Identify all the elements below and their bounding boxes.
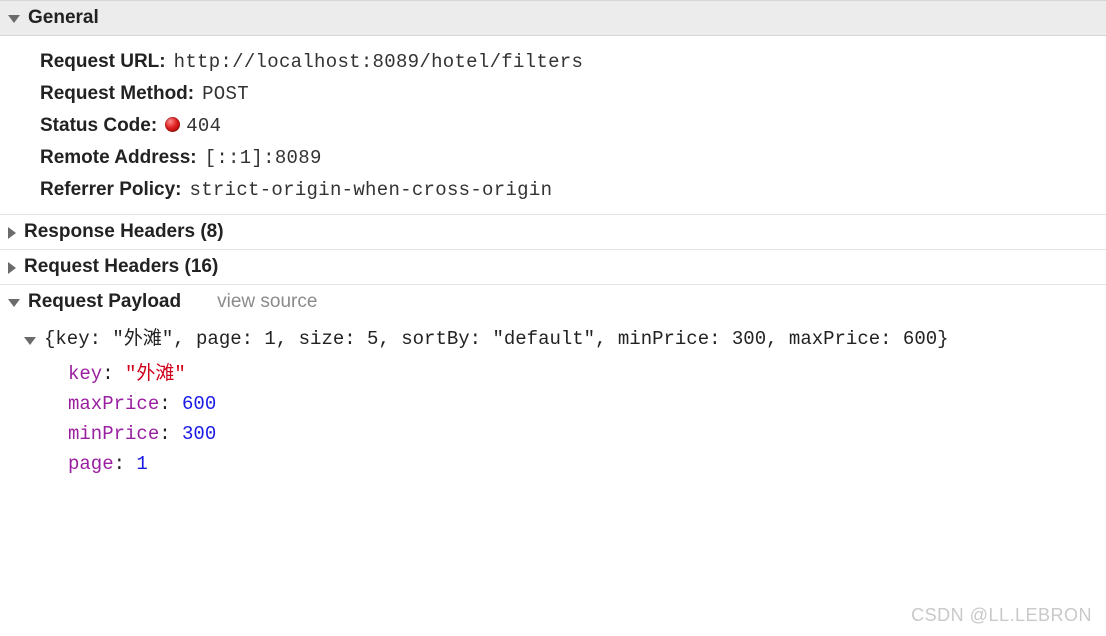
kv-value: POST bbox=[202, 83, 249, 105]
kv-label: Status Code: bbox=[40, 115, 157, 137]
payload-entry-row: minPrice: 300 bbox=[24, 419, 1106, 449]
kv-value: 404 bbox=[165, 115, 221, 137]
section-body-general: Request URL: http://localhost:8089/hotel… bbox=[0, 36, 1106, 214]
kv-label: Request Method: bbox=[40, 83, 194, 105]
kv-label: Request URL: bbox=[40, 51, 166, 73]
disclosure-triangle-icon bbox=[8, 15, 20, 23]
disclosure-triangle-icon bbox=[24, 337, 36, 345]
watermark-text: CSDN @LL.LEBRON bbox=[911, 605, 1092, 626]
kv-row-remote-address: Remote Address: [::1]:8089 bbox=[0, 142, 1106, 174]
section-header-request-payload[interactable]: Request Payload view source bbox=[0, 285, 1106, 319]
view-source-link[interactable]: view source bbox=[217, 291, 317, 313]
payload-entry-row: maxPrice: 600 bbox=[24, 389, 1106, 419]
section-header-response-headers[interactable]: Response Headers (8) bbox=[0, 215, 1106, 249]
payload-entry-value: "外滩" bbox=[125, 358, 186, 385]
disclosure-triangle-icon bbox=[8, 227, 16, 239]
payload-entry-key: minPrice bbox=[68, 423, 159, 445]
kv-row-referrer-policy: Referrer Policy: strict-origin-when-cros… bbox=[0, 174, 1106, 206]
payload-entry-value: 600 bbox=[182, 393, 216, 415]
kv-value: strict-origin-when-cross-origin bbox=[190, 179, 553, 201]
payload-summary: {key: "外滩", page: 1, size: 5, sortBy: "d… bbox=[44, 323, 949, 350]
section-body-request-payload: {key: "外滩", page: 1, size: 5, sortBy: "d… bbox=[0, 319, 1106, 479]
payload-entry-key: page bbox=[68, 453, 114, 475]
section-title: Request Payload bbox=[28, 291, 181, 313]
payload-entry-value: 1 bbox=[136, 453, 147, 475]
kv-row-request-method: Request Method: POST bbox=[0, 78, 1106, 110]
disclosure-triangle-icon bbox=[8, 262, 16, 274]
kv-label: Referrer Policy: bbox=[40, 179, 182, 201]
section-title: General bbox=[28, 7, 99, 29]
payload-entry-row: page: 1 bbox=[24, 449, 1106, 479]
status-dot-icon bbox=[165, 117, 180, 132]
section-title: Response Headers (8) bbox=[24, 221, 224, 243]
kv-value: [::1]:8089 bbox=[205, 147, 322, 169]
payload-entry-row: key: "外滩" bbox=[24, 354, 1106, 389]
payload-summary-row[interactable]: {key: "外滩", page: 1, size: 5, sortBy: "d… bbox=[24, 319, 1106, 354]
kv-row-status-code: Status Code: 404 bbox=[0, 110, 1106, 142]
kv-label: Remote Address: bbox=[40, 147, 197, 169]
payload-entry-key: key bbox=[68, 363, 102, 385]
section-header-request-headers[interactable]: Request Headers (16) bbox=[0, 250, 1106, 284]
section-title: Request Headers (16) bbox=[24, 256, 218, 278]
payload-entry-key: maxPrice bbox=[68, 393, 159, 415]
section-header-general[interactable]: General bbox=[0, 0, 1106, 36]
payload-entry-value: 300 bbox=[182, 423, 216, 445]
status-code-text: 404 bbox=[186, 115, 221, 137]
kv-row-request-url: Request URL: http://localhost:8089/hotel… bbox=[0, 46, 1106, 78]
disclosure-triangle-icon bbox=[8, 299, 20, 307]
kv-value: http://localhost:8089/hotel/filters bbox=[174, 51, 584, 73]
